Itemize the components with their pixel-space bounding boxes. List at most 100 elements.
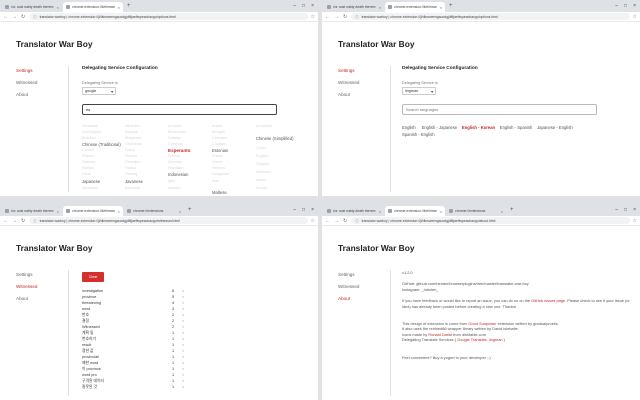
sidebar-item-about[interactable]: About	[338, 92, 378, 104]
delete-icon[interactable]: ×	[182, 307, 184, 311]
service-select[interactable]: lingman ▾	[402, 87, 436, 95]
language-option[interactable]: Galician	[82, 160, 96, 164]
close-window-icon[interactable]: ×	[311, 3, 314, 9]
delete-icon[interactable]: ×	[182, 289, 184, 293]
browser-tab[interactable]: r/a: coat nabty death therem ×	[2, 206, 62, 216]
reload-icon[interactable]: ↻	[21, 218, 25, 224]
sidebar-item-settings[interactable]: Settings	[338, 272, 378, 284]
language-option[interactable]: Hebrew	[212, 166, 225, 170]
browser-tab[interactable]: chrome://extensions ×	[446, 206, 506, 216]
language-option-selected[interactable]: Esperanto	[168, 148, 190, 153]
close-tab-icon[interactable]: ×	[179, 209, 181, 214]
browser-tab-active[interactable]: chrome-extension://it/eiimwe ×	[385, 206, 445, 216]
language-option[interactable]: Catalan	[168, 136, 181, 140]
back-icon[interactable]: ←	[325, 218, 330, 224]
language-option[interactable]: Amharic	[168, 124, 182, 128]
delete-icon[interactable]: ×	[182, 379, 184, 383]
language-option[interactable]: Hindi	[82, 172, 91, 176]
browser-tab-active[interactable]: chrome-extension://it/eiimwe ×	[63, 2, 123, 12]
browser-tab-active[interactable]: chrome-extension://it/eiimwe ×	[63, 206, 123, 216]
language-pair-option[interactable]: Japanese - English	[537, 125, 573, 130]
close-tab-icon[interactable]: ×	[440, 5, 442, 10]
language-option[interactable]: Albanian	[125, 124, 140, 128]
delete-icon[interactable]: ×	[182, 313, 184, 317]
forward-icon[interactable]: →	[334, 14, 339, 20]
language-option[interactable]: French	[168, 154, 180, 158]
new-tab-icon[interactable]: +	[446, 1, 456, 12]
back-icon[interactable]: ←	[3, 218, 8, 224]
language-option[interactable]: Danish	[82, 148, 94, 152]
url-field[interactable]: ⓘ translator warboy | chrome-extension://…	[29, 217, 308, 224]
clear-button[interactable]: Clear	[82, 272, 104, 282]
language-option[interactable]: Belarusian	[168, 130, 186, 134]
bookmark-star-icon[interactable]: ☆	[311, 14, 315, 20]
browser-tab[interactable]: r/a: coat nabty death therem ×	[2, 2, 62, 12]
language-option[interactable]: Bulgarian	[125, 136, 141, 140]
back-icon[interactable]: ←	[3, 14, 8, 20]
close-window-icon[interactable]: ×	[633, 3, 636, 9]
language-option[interactable]: Estonian	[212, 148, 228, 153]
language-option[interactable]: Chichewa	[125, 142, 142, 146]
maximize-icon[interactable]: □	[624, 207, 627, 213]
language-option[interactable]: Croatian	[212, 142, 226, 146]
issues-link[interactable]: GitHub issues page	[531, 298, 565, 303]
sidebar-item-about[interactable]: About	[16, 92, 56, 104]
language-option[interactable]: Gujarati	[256, 162, 269, 166]
minimize-icon[interactable]: –	[293, 3, 296, 9]
language-option[interactable]: Hmong	[125, 172, 137, 176]
forward-icon[interactable]: →	[334, 218, 339, 224]
language-option[interactable]: Irish	[212, 179, 219, 183]
reload-icon[interactable]: ↻	[21, 14, 25, 20]
sidebar-item-witnessed[interactable]: Witnessed	[338, 80, 378, 92]
bookmark-star-icon[interactable]: ☆	[633, 218, 637, 224]
language-option[interactable]: Cebuano	[212, 136, 227, 140]
close-tab-icon[interactable]: ×	[501, 209, 503, 214]
language-pair-option[interactable]: Spanish - English	[402, 132, 435, 137]
credit-link[interactable]: Google Translate, lingman	[457, 337, 502, 342]
browser-tab[interactable]: r/a: coat nabty death therem ×	[324, 206, 384, 216]
close-tab-icon[interactable]: ×	[379, 5, 381, 10]
delete-icon[interactable]: ×	[182, 337, 184, 341]
delete-icon[interactable]: ×	[182, 355, 184, 359]
language-option[interactable]: Basque	[125, 130, 138, 134]
new-tab-icon[interactable]: +	[185, 205, 195, 216]
language-pair-option[interactable]: English - Spanish	[500, 125, 533, 130]
sidebar-item-about[interactable]: About	[16, 296, 56, 308]
delete-icon[interactable]: ×	[182, 319, 184, 323]
language-search-input[interactable]: es	[82, 104, 277, 115]
language-option[interactable]: Maltese	[212, 190, 227, 195]
language-option[interactable]: Armenian	[256, 124, 272, 128]
language-option[interactable]: Kazakh	[168, 186, 181, 190]
bookmark-star-icon[interactable]: ☆	[633, 14, 637, 20]
language-option[interactable]: Corsican	[168, 142, 183, 146]
language-pair-option[interactable]: English - Japanese	[422, 125, 458, 130]
close-window-icon[interactable]: ×	[633, 207, 636, 213]
language-option[interactable]: Italian	[256, 178, 266, 182]
language-pair-option[interactable]: English	[402, 125, 416, 130]
language-option[interactable]: Bosnian	[82, 136, 96, 140]
delete-icon[interactable]: ×	[182, 361, 184, 365]
sidebar-item-witnessed[interactable]: Witnessed	[16, 284, 56, 296]
language-option[interactable]: Chinese (Simplified)	[256, 136, 293, 141]
language-option[interactable]: Hausa	[125, 166, 136, 170]
close-tab-icon[interactable]: ×	[57, 5, 59, 10]
browser-tab[interactable]: r/a: coat nabty death therem ×	[324, 2, 384, 12]
language-option[interactable]: Khmer	[256, 186, 267, 190]
minimize-icon[interactable]: –	[615, 3, 618, 9]
bookmark-star-icon[interactable]: ☆	[311, 218, 315, 224]
language-option[interactable]: Javanese	[82, 186, 98, 190]
language-option[interactable]: Bengali	[212, 130, 225, 134]
close-tab-icon[interactable]: ×	[57, 209, 59, 214]
language-option[interactable]: Arabic	[212, 124, 223, 128]
language-option[interactable]: Haitian	[82, 166, 94, 170]
close-tab-icon[interactable]: ×	[440, 209, 442, 214]
credit-link[interactable]: Ronald Darist	[428, 332, 452, 337]
language-option[interactable]: Frisian	[212, 154, 223, 158]
language-option[interactable]: Hungarian	[212, 172, 230, 176]
service-select[interactable]: google ▾	[82, 87, 116, 95]
minimize-icon[interactable]: –	[293, 207, 296, 213]
language-option[interactable]: Filipino	[82, 154, 94, 158]
maximize-icon[interactable]: □	[624, 3, 627, 9]
forward-icon[interactable]: →	[12, 14, 17, 20]
delete-icon[interactable]: ×	[182, 301, 184, 305]
